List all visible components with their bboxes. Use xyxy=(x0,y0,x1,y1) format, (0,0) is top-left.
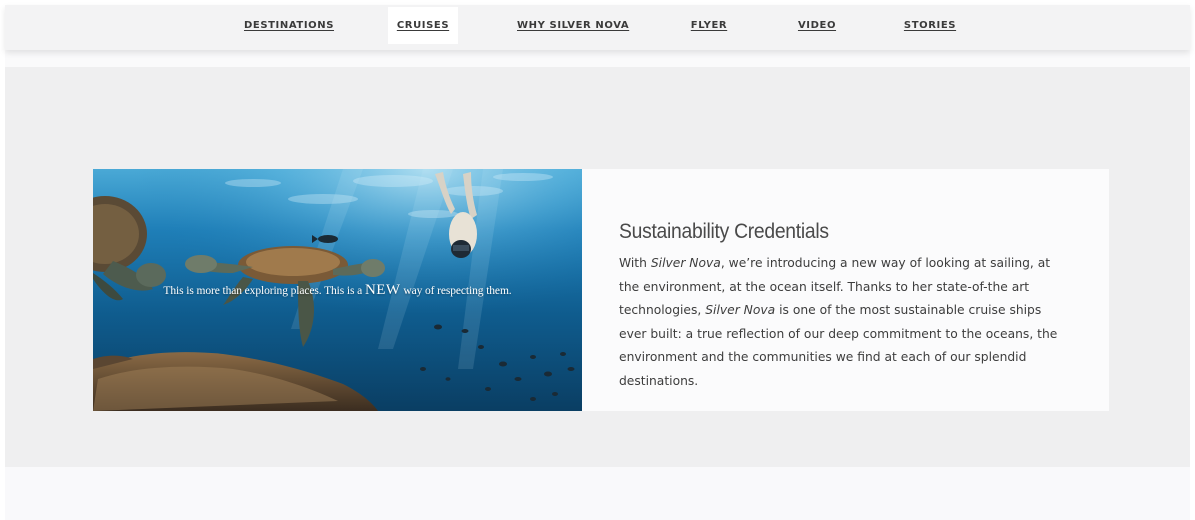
sustainability-card: Sustainability Credentials With Silver N… xyxy=(582,169,1109,411)
nav-stories[interactable]: STORIES xyxy=(902,7,958,44)
top-navigation: DESTINATIONS CRUISES WHY SILVER NOVA FLY… xyxy=(5,5,1190,50)
overlay-text-start: This is more than exploring places. This… xyxy=(163,285,365,297)
body-line: destinations. xyxy=(619,373,699,388)
nav-spacer xyxy=(5,50,1190,67)
overlay-text-end: way of respecting them. xyxy=(400,285,512,297)
body-line: technologies, Silver Nova is one of the … xyxy=(619,303,1042,318)
body-line: the environment, at the ocean itself. Th… xyxy=(619,279,1030,294)
overlay-text-emphasis: NEW xyxy=(364,282,401,298)
page: DESTINATIONS CRUISES WHY SILVER NOVA FLY… xyxy=(0,0,1195,520)
nav-why-silver-nova[interactable]: WHY SILVER NOVA xyxy=(517,7,629,44)
hero-overlay-caption: This is more than exploring places. This… xyxy=(93,282,582,299)
nav-video[interactable]: VIDEO xyxy=(796,7,838,44)
body-line: environment and the communities we find … xyxy=(619,350,1027,365)
nav-destinations[interactable]: DESTINATIONS xyxy=(243,7,335,44)
body-line: ever built: a true reflection of our dee… xyxy=(619,326,1058,341)
body-line: With Silver Nova, we’re introducing a ne… xyxy=(619,256,1051,270)
nav-cruises[interactable]: CRUISES xyxy=(388,7,458,44)
nav-flyer[interactable]: FLYER xyxy=(688,7,730,44)
footer-spacer xyxy=(5,467,1190,520)
card-title: Sustainability Credentials xyxy=(619,220,829,244)
card-body: With Silver Nova, we’re introducing a ne… xyxy=(619,252,1079,394)
ocean-turtles-image: This is more than exploring places. This… xyxy=(93,169,582,411)
